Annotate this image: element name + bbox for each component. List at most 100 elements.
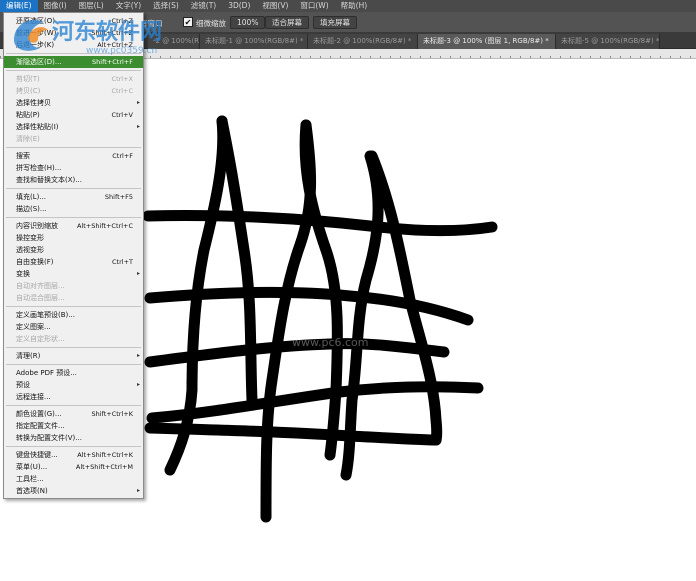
edit-menu-item[interactable]: 透视变形	[4, 244, 143, 256]
menu-item-label: 定义画笔预设(B)...	[16, 311, 75, 319]
menu-item-label: 工具栏...	[16, 475, 44, 483]
menu-item-label: 描边(S)...	[16, 205, 47, 213]
menubar-item-2[interactable]: 图层(L)	[73, 0, 110, 12]
menu-item-label: 操控变形	[16, 234, 44, 242]
menubar-item-7[interactable]: 视图(V)	[256, 0, 294, 12]
edit-menu-item[interactable]: 描边(S)...	[4, 203, 143, 215]
edit-menu-item: 拷贝(C) Ctrl+C	[4, 85, 143, 97]
edit-menu-dropdown: 还原选区(O) Ctrl+Z 前进一步(W) Shift+Ctrl+Z 后退一步(K) A…	[3, 12, 144, 499]
edit-menu-item[interactable]: 菜单(U)... Alt+Shift+Ctrl+M	[4, 461, 143, 473]
edit-menu-item[interactable]: 内容识别缩放 Alt+Shift+Ctrl+C	[4, 220, 143, 232]
stroke-horizontal-5	[144, 422, 442, 446]
menu-item-shortcut: Alt+Shift+Ctrl+C	[76, 222, 133, 230]
edit-menu-item[interactable]: 定义画笔预设(B)...	[4, 309, 143, 321]
edit-menu-item[interactable]: 渐隐选区(D)... Shift+Ctrl+F	[4, 56, 143, 68]
edit-menu-item[interactable]: 远程连接...	[4, 391, 143, 403]
document-tab[interactable]: 未标题-2 @ 100%(RGB/8#) *	[308, 34, 418, 49]
menu-item-label: 自由变换(F)	[16, 258, 54, 266]
menu-separator	[6, 446, 141, 447]
edit-menu-item[interactable]: 填充(L)... Shift+F5	[4, 191, 143, 203]
zoom-percent-button[interactable]: 100%	[230, 16, 266, 29]
menu-separator	[6, 217, 141, 218]
menu-item-label: 渐隐选区(D)...	[16, 58, 62, 66]
check-icon: ✔	[184, 18, 192, 27]
edit-menu-item[interactable]: Adobe PDF 预设...	[4, 367, 143, 379]
menu-item-label: 拷贝(C)	[16, 87, 41, 95]
menu-item-shortcut: Shift+Ctrl+Z	[91, 29, 133, 37]
menu-item-label: 颜色设置(G)...	[16, 410, 62, 418]
menu-item-shortcut: Alt+Ctrl+Z	[97, 41, 133, 49]
menu-item-shortcut: Alt+Shift+Ctrl+K	[77, 451, 133, 459]
document-tab[interactable]: 未标题-3 @ 100% (图层 1, RGB/8#) *	[418, 34, 556, 49]
menu-item-shortcut: Ctrl+V	[111, 111, 133, 119]
menu-item-label: 内容识别缩放	[16, 222, 58, 230]
edit-menu-item: 自动对齐图层...	[4, 280, 143, 292]
edit-menu-item[interactable]: 拼写检查(H)...	[4, 162, 143, 174]
fill-screen-button[interactable]: 填充屏幕	[313, 16, 357, 29]
edit-menu-item[interactable]: 前进一步(W) Shift+Ctrl+Z	[4, 27, 143, 39]
menu-separator	[6, 147, 141, 148]
fine-zoom-checkbox[interactable]: ✔	[183, 17, 193, 27]
menu-item-label: 还原选区(O)	[16, 17, 55, 25]
edit-menu-item[interactable]: 颜色设置(G)... Shift+Ctrl+K	[4, 408, 143, 420]
edit-menu-item[interactable]: 预设 ▸	[4, 379, 143, 391]
edit-menu-item[interactable]: 后退一步(K) Alt+Ctrl+Z	[4, 39, 143, 51]
menu-item-shortcut: Shift+Ctrl+K	[91, 410, 134, 418]
menu-item-label: 剪切(T)	[16, 75, 40, 83]
menubar-item-6[interactable]: 3D(D)	[222, 0, 256, 12]
edit-menu-item[interactable]: 首选项(N) ▸	[4, 485, 143, 497]
edit-menu-item: 剪切(T) Ctrl+X	[4, 73, 143, 85]
menubar-item-0[interactable]: 编辑(E)	[0, 0, 38, 12]
menu-item-label: 菜单(U)...	[16, 463, 48, 471]
edit-menu-item[interactable]: 粘贴(P) Ctrl+V	[4, 109, 143, 121]
edit-menu-item[interactable]: 工具栏...	[4, 473, 143, 485]
menu-item-shortcut: Shift+Ctrl+F	[92, 58, 133, 66]
menu-item-label: 定义图案...	[16, 323, 51, 331]
edit-menu-item[interactable]: 定义图案...	[4, 321, 143, 333]
menu-item-label: 指定配置文件...	[16, 422, 65, 430]
stroke-vertical-4	[216, 115, 258, 406]
edit-menu-item[interactable]: 变换 ▸	[4, 268, 143, 280]
menu-item-shortcut: Ctrl+F	[112, 152, 133, 160]
edit-menu-item: 自动混合图层...	[4, 292, 143, 304]
menubar-item-8[interactable]: 窗口(W)	[294, 0, 334, 12]
menu-item-label: 搜索	[16, 152, 30, 160]
menu-item-shortcut: Alt+Shift+Ctrl+M	[75, 463, 133, 471]
menu-separator	[6, 306, 141, 307]
edit-menu-item[interactable]: 操控变形	[4, 232, 143, 244]
menubar-item-9[interactable]: 帮助(H)	[335, 0, 374, 12]
edit-menu-item[interactable]: 还原选区(O) Ctrl+Z	[4, 15, 143, 27]
edit-menu-item[interactable]: 清理(R) ▸	[4, 350, 143, 362]
menubar-item-1[interactable]: 图像(I)	[38, 0, 73, 12]
submenu-arrow-icon: ▸	[136, 123, 140, 130]
edit-menu-item[interactable]: 键盘快捷键... Alt+Shift+Ctrl+K	[4, 449, 143, 461]
document-tab[interactable]: -2 @ 100%(RGB/8#) *	[148, 34, 200, 49]
menu-bar: 编辑(E) 图像(I) 图层(L) 文字(Y) 选择(S) 滤镜(T) 3D(D) 视图(V)…	[0, 0, 696, 12]
submenu-arrow-icon: ▸	[136, 352, 140, 359]
menu-item-label: 首选项(N)	[16, 487, 48, 495]
document-tab[interactable]: 未标题-1 @ 100%(RGB/8#) *	[200, 34, 308, 49]
menu-item-label: 拼写检查(H)...	[16, 164, 62, 172]
edit-menu-item: 清除(E)	[4, 133, 143, 145]
menu-item-label: 变换	[16, 270, 30, 278]
fit-screen-button[interactable]: 适合屏幕	[265, 16, 309, 29]
edit-menu-item[interactable]: 搜索 Ctrl+F	[4, 150, 143, 162]
menu-item-label: 自动混合图层...	[16, 294, 65, 302]
edit-menu-item[interactable]: 转换为配置文件(V)...	[4, 432, 143, 444]
submenu-arrow-icon: ▸	[136, 487, 140, 494]
edit-menu-item[interactable]: 选择性拷贝 ▸	[4, 97, 143, 109]
edit-menu-item[interactable]: 指定配置文件...	[4, 420, 143, 432]
menubar-item-3[interactable]: 文字(Y)	[110, 0, 147, 12]
edit-menu-item[interactable]: 选择性粘贴(I) ▸	[4, 121, 143, 133]
menu-item-label: 远程连接...	[16, 393, 51, 401]
edit-menu-item[interactable]: 自由变换(F) Ctrl+T	[4, 256, 143, 268]
stroke-vertical-3	[340, 150, 384, 481]
document-tab[interactable]: 未标题-5 @ 100%(RGB/8#) *	[556, 34, 660, 49]
menubar-item-5[interactable]: 滤镜(T)	[185, 0, 222, 12]
menu-separator	[6, 70, 141, 71]
menubar-item-4[interactable]: 选择(S)	[147, 0, 185, 12]
menu-item-shortcut: Shift+F5	[104, 193, 133, 201]
menu-item-label: 填充(L)...	[16, 193, 47, 201]
menu-separator	[6, 364, 141, 365]
edit-menu-item[interactable]: 查找和替换文本(X)...	[4, 174, 143, 186]
